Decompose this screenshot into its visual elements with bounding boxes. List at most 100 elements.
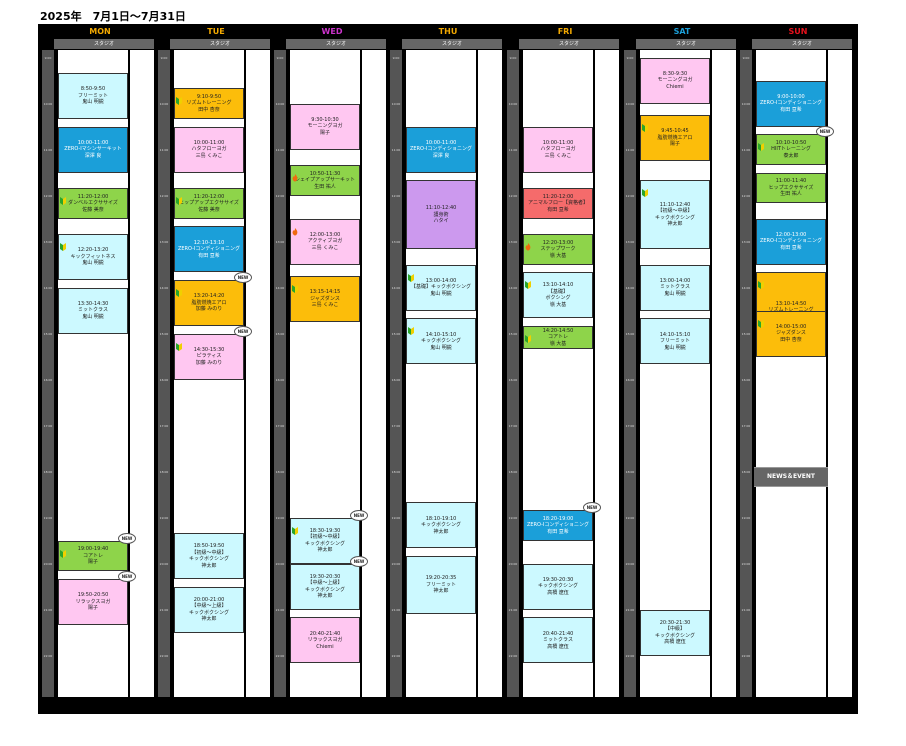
class-block[interactable]: 10:00-11:00 ZERO-Iマシンサーキット 深澤 良 <box>58 126 128 173</box>
flame-icon <box>292 167 298 182</box>
class-block[interactable]: 18:30-19:30 【初級～中級】 キックボクシング 神太郎 <box>290 517 360 564</box>
class-block[interactable]: 13:00-14:00 ミットクラス 鬼山 明鋭 <box>640 264 710 311</box>
class-block[interactable]: 12:20-13:00 ステップワーク嶺 大基 <box>523 234 593 265</box>
class-block[interactable]: 13:20-14:20 脂肪燃焼エアロ 加藤 みのり <box>174 280 244 326</box>
time-tick: 22:00 <box>275 654 285 658</box>
class-block[interactable]: 13:00-14:00 【基礎】キックボクシング 鬼山 明鋭 <box>406 264 476 311</box>
class-block[interactable]: 12:00-13:00 ZERO-Iコンディショニング 有田 亘希 <box>756 218 826 265</box>
class-block[interactable]: 9:00-10:00 ZERO-Iコンディショニング 有田 亘希 <box>756 80 826 127</box>
time-tick: 10:00 <box>159 102 169 106</box>
class-instructor: 鬼山 明鋭 <box>430 344 452 351</box>
time-tick: 17:00 <box>275 424 285 428</box>
time-tick: 18:00 <box>625 470 635 474</box>
time-tick: 11:00 <box>508 148 518 152</box>
class-block[interactable]: 14:30-15:30 ピラティス 加藤 みのり <box>174 333 244 380</box>
time-tick: 20:00 <box>741 562 751 566</box>
class-instructor: 陽子 <box>87 605 98 612</box>
new-badge: NEW <box>234 272 252 283</box>
class-instructor: 生田 祐人 <box>780 191 802 198</box>
class-instructor: 深澤 良 <box>84 152 102 159</box>
class-block[interactable]: 9:30-10:30 モーニングヨガ 陽子 <box>290 103 360 150</box>
class-instructor: 有田 亘希 <box>198 252 220 259</box>
class-block[interactable]: 10:50-11:30 シェイプアップサーキット 生田 祐人 <box>290 165 360 196</box>
flame-icon <box>292 221 298 236</box>
news-event-button[interactable]: NEWS＆EVENT <box>754 467 828 487</box>
beginner-leaf-icon <box>642 182 648 198</box>
class-instructor: 高橋 遼伍 <box>547 643 569 650</box>
class-block[interactable]: 8:50-9:50 フリーミット 鬼山 明鋭 <box>58 73 128 119</box>
class-instructor: ハタイ <box>433 218 449 225</box>
class-instructor: 加藤 みのり <box>195 306 223 313</box>
studio-header: スタジオ <box>519 39 619 49</box>
class-block[interactable]: 13:15-14:15 ジャズダンス 三島 くみこ <box>290 276 360 323</box>
class-block[interactable]: 11:20-12:00 ヒップアップエクササイズ 佐藤 美奈 <box>174 188 244 219</box>
class-block[interactable]: 19:30-20:30 【中級～上級】 キックボクシング 神太郎 <box>290 563 360 610</box>
class-block[interactable]: 14:10-15:10 キックボクシング 鬼山 明鋭 <box>406 318 476 365</box>
time-tick: 9:00 <box>509 56 517 60</box>
class-instructor: 神太郎 <box>667 221 683 228</box>
class-block[interactable]: 13:30-14:30 ミットクラス 鬼山 明鋭 <box>58 287 128 334</box>
class-block[interactable]: 14:20-14:50 コアトレ嶺 大基 <box>523 326 593 349</box>
class-instructor: 有田 亘希 <box>547 528 569 535</box>
class-block[interactable]: 11:20-12:00 アニマルフロー【資格者】 有田 亘希 <box>523 188 593 219</box>
class-block[interactable]: 10:00-11:00 ZERO-Iコンディショニング 深澤 良 <box>406 126 476 173</box>
class-block[interactable]: 12:00-13:00 アクティブヨガ 三島 くみこ <box>290 218 360 265</box>
class-block[interactable]: 10:00-11:00 ハタフローヨガ 三島 くみこ <box>174 126 244 173</box>
time-tick: 16:00 <box>159 378 169 382</box>
time-tick: 21:00 <box>275 608 285 612</box>
class-block[interactable]: 12:10-13:10 ZERO-Iコンディショニング 有田 亘希 <box>174 226 244 273</box>
new-badge: NEW <box>350 555 368 567</box>
time-tick: 19:00 <box>391 516 401 520</box>
beginner-leaf-icon <box>292 520 298 535</box>
time-tick: 10:00 <box>391 102 401 106</box>
time-tick: 14:00 <box>275 286 285 290</box>
class-block[interactable]: 20:30-21:30 【中級】 キックボクシング 高橋 遼伍 <box>640 609 710 656</box>
class-block[interactable]: 13:10-14:10 【基礎】 ボクシング嶺 大基 <box>523 272 593 319</box>
class-block[interactable]: 18:10-19:10 キックボクシング 神太郎 <box>406 502 476 549</box>
class-block[interactable]: 19:20-20:35 フリーミット 神太郎 <box>406 556 476 614</box>
class-block[interactable]: 11:20-12:00 ダンベルエクササイズ 佐藤 美奈 <box>58 188 128 219</box>
class-block[interactable]: 14:10-15:10 フリーミット 鬼山 明鋭 <box>640 318 710 365</box>
time-column: 9:00 10:00 11:00 12:00 13:00 14:00 15:00 16:00 1… <box>624 50 636 697</box>
day-header-sat: SAT <box>673 27 691 36</box>
class-block[interactable]: 14:00-15:00 ジャズダンス 田中 杏奈 <box>756 310 826 357</box>
class-block[interactable]: 18:20-19:00 ZERO-Iコンディショニング 有田 亘希 <box>523 510 593 541</box>
time-tick: 18:00 <box>275 470 285 474</box>
class-instructor: 神太郎 <box>433 528 449 535</box>
class-block[interactable]: 10:10-10:50 HIITトレーニング 泰太郎 <box>756 134 826 165</box>
flame-icon <box>525 236 531 251</box>
class-block[interactable]: 9:10-9:50 リズムトレーニング 田中 杏奈 <box>174 88 244 119</box>
class-block[interactable]: 10:00-11:00 ハタフローヨガ 三島 くみこ <box>523 126 593 173</box>
time-tick: 13:00 <box>391 240 401 244</box>
day-header-fri: FRI <box>557 27 573 36</box>
time-tick: 12:00 <box>508 194 518 198</box>
beginner-leaf-icon <box>525 274 531 290</box>
beginner-leaf-icon <box>758 136 764 152</box>
class-block[interactable]: 11:10-12:40 護身術 ハタイ <box>406 180 476 250</box>
class-block[interactable]: 8:30-9:30 モーニングヨガ Chiemi <box>640 57 710 104</box>
time-tick: 12:00 <box>625 194 635 198</box>
spare-lane <box>595 50 619 697</box>
class-block[interactable]: 12:20-13:20 キックフィットネス 鬼山 明鋭 <box>58 234 128 280</box>
beginner-leaf-icon <box>642 117 648 133</box>
class-block[interactable]: 18:50-19:50 【初級～中級】 キックボクシング 神太郎 <box>174 533 244 579</box>
spare-lane <box>362 50 386 697</box>
studio-header: スタジオ <box>402 39 502 49</box>
class-block[interactable]: 19:30-20:30 キックボクシング 高橋 遼伍 <box>523 563 593 610</box>
class-block[interactable]: 11:00-11:40 ヒップエクササイズ 生田 祐人 <box>756 172 826 204</box>
time-tick: 10:00 <box>275 102 285 106</box>
time-tick: 18:00 <box>508 470 518 474</box>
time-tick: 17:00 <box>43 424 53 428</box>
class-block[interactable]: 19:00-19:40 コアトレ 陽子 <box>58 540 128 572</box>
time-tick: 9:00 <box>626 56 634 60</box>
class-block[interactable]: 9:45-10:45 脂肪燃焼エアロ 陽子 <box>640 115 710 162</box>
time-tick: 12:00 <box>275 194 285 198</box>
class-block[interactable]: 20:00-21:00 【中級～上級】 キックボクシング 神太郎 <box>174 586 244 633</box>
class-block[interactable]: 19:50-20:50 リラックスヨガ 陽子 <box>58 579 128 625</box>
class-block[interactable]: 20:40-21:40 ミットクラス 高橋 遼伍 <box>523 617 593 664</box>
class-block[interactable]: 11:10-12:40 【初級～中級】 キックボクシング 神太郎 <box>640 180 710 250</box>
time-tick: 16:00 <box>275 378 285 382</box>
time-tick: 20:00 <box>43 562 53 566</box>
time-tick: 9:00 <box>392 56 400 60</box>
class-block[interactable]: 20:40-21:40 リラックスヨガ Chiemi <box>290 617 360 664</box>
